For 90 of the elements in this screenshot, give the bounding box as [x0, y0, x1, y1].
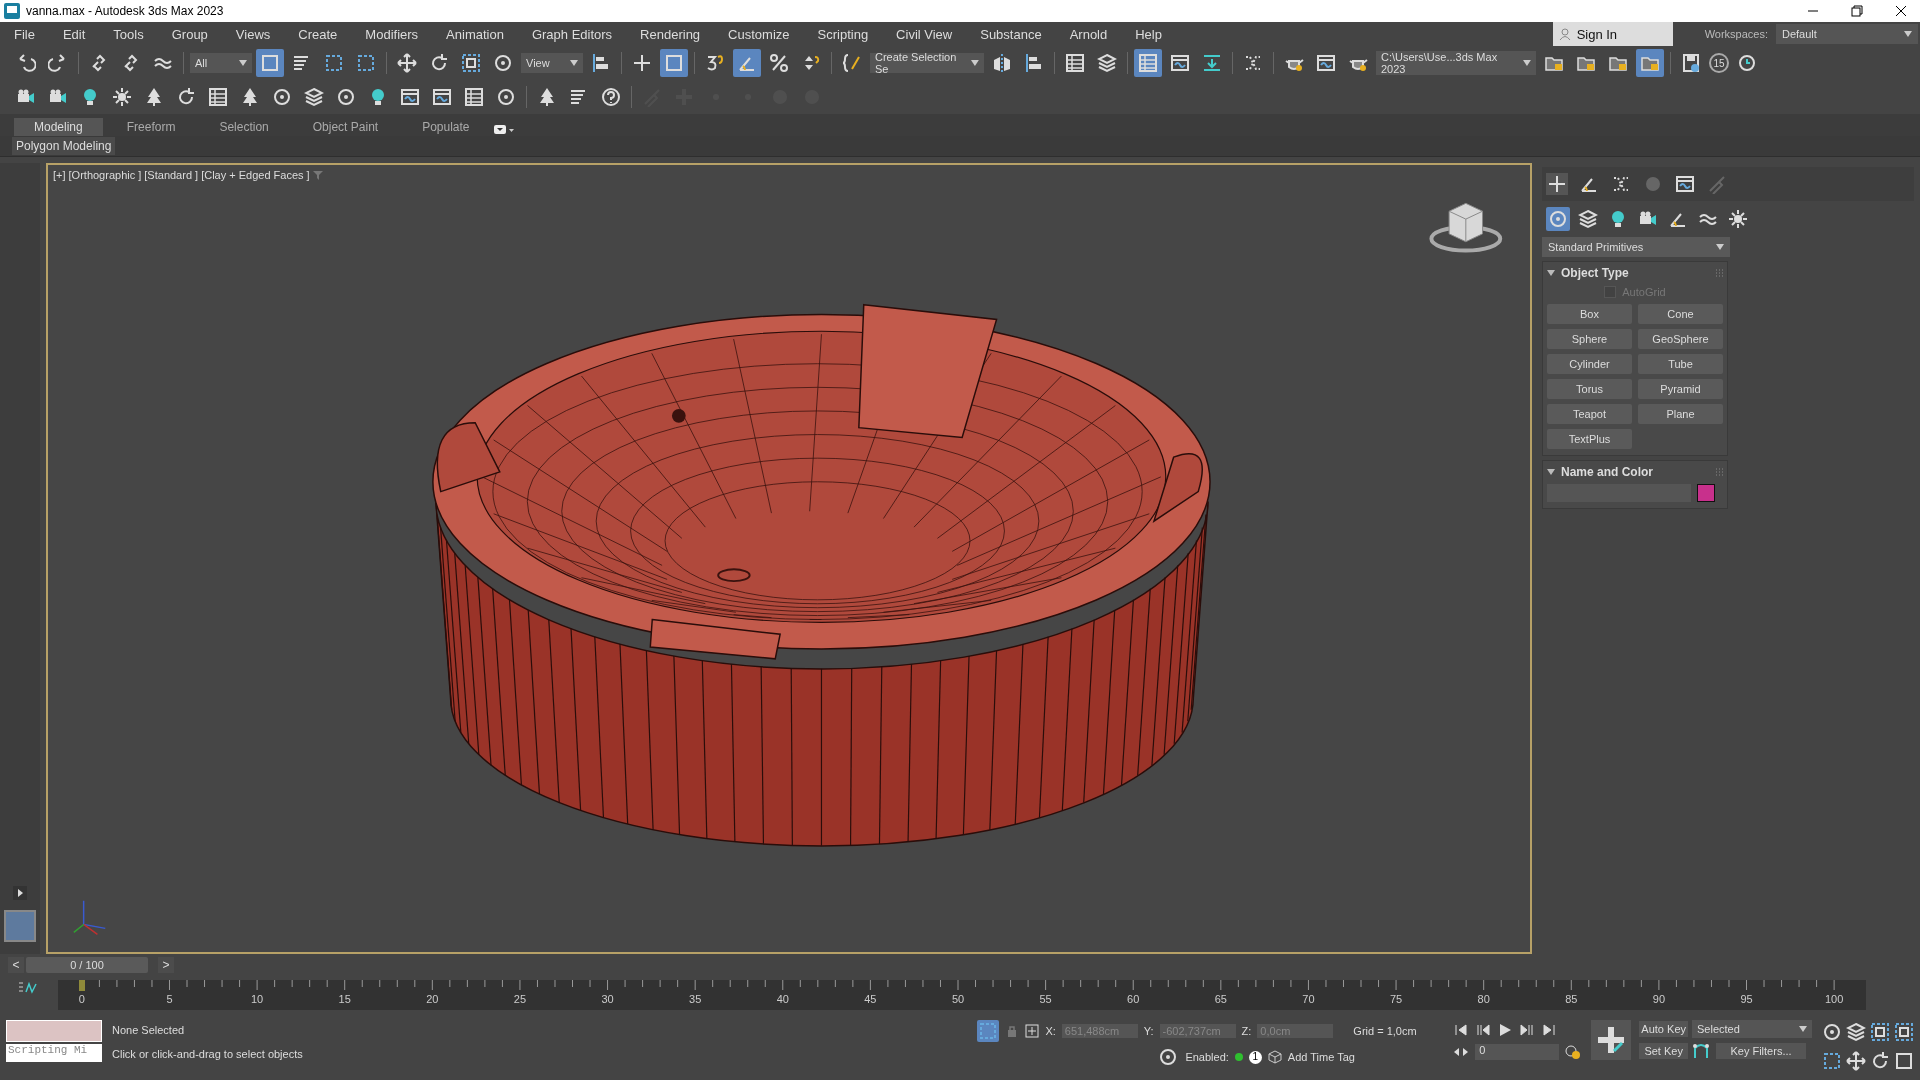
- menu-item[interactable]: Civil View: [882, 26, 967, 42]
- frame-number: 60: [1127, 993, 1140, 1005]
- viewport-label[interactable]: [+]: [53, 169, 66, 181]
- primitive-button[interactable]: Torus: [1547, 379, 1632, 399]
- coordinate-label: Y:: [1143, 1025, 1154, 1037]
- frame-number: 85: [1565, 993, 1578, 1005]
- prompt-text: Click or click-and-drag to select objects: [112, 1048, 304, 1060]
- ribbon-tab[interactable]: Freeform: [106, 118, 196, 136]
- frame-number: 30: [601, 993, 614, 1005]
- menu-item[interactable]: Views: [221, 26, 285, 42]
- listener-input-field[interactable]: Scripting Mi: [6, 1044, 102, 1062]
- primitive-button[interactable]: TextPlus: [1547, 429, 1632, 449]
- project-path-dropdown[interactable]: C:\Users\Use...3ds Max 2023: [1376, 51, 1536, 75]
- frame-number: 70: [1302, 993, 1315, 1005]
- sign-in-button[interactable]: Sign In: [1552, 22, 1673, 46]
- menu-item[interactable]: Create: [284, 26, 352, 42]
- rollout-title[interactable]: Name and Color: [1561, 465, 1709, 479]
- backup-count-badge[interactable]: 15: [1709, 53, 1729, 73]
- menu-item[interactable]: Animation: [432, 26, 518, 42]
- previous-frame-button[interactable]: <: [8, 957, 24, 973]
- primitive-button[interactable]: Cone: [1638, 304, 1723, 324]
- viewport-label[interactable]: [Standard ]: [144, 169, 199, 181]
- ribbon-tab[interactable]: Object Paint: [292, 118, 399, 136]
- primitive-button[interactable]: Tube: [1638, 354, 1723, 374]
- menu-item[interactable]: Customize: [714, 26, 804, 42]
- frame-number: 80: [1477, 993, 1490, 1005]
- selection-filter-dropdown[interactable]: All: [190, 53, 252, 73]
- primitive-button[interactable]: Box: [1547, 304, 1632, 324]
- rollout-title[interactable]: Object Type: [1561, 266, 1709, 280]
- add-time-tag-link[interactable]: Add Time Tag: [1287, 1051, 1355, 1063]
- frame-number: 75: [1389, 993, 1403, 1005]
- next-frame-button[interactable]: >: [158, 957, 174, 973]
- menu-item[interactable]: Substance: [966, 26, 1056, 42]
- frame-number: 90: [1652, 993, 1665, 1005]
- frame-number: 0: [78, 993, 85, 1005]
- frame-number: 25: [513, 993, 527, 1005]
- coordinate-label: Z:: [1241, 1025, 1252, 1037]
- primitive-button[interactable]: Teapot: [1547, 404, 1632, 424]
- menu-item[interactable]: Arnold: [1055, 26, 1122, 42]
- menu-item[interactable]: Rendering: [626, 26, 715, 42]
- frame-number: 20: [426, 993, 439, 1005]
- menu-item[interactable]: Modifiers: [351, 26, 433, 42]
- frame-number: 35: [689, 993, 702, 1005]
- frame-number: 15: [338, 993, 351, 1005]
- workspaces-label: Workspaces:: [1704, 28, 1768, 40]
- named-selection-dropdown[interactable]: Create Selection Se: [870, 53, 984, 73]
- coordinate-system-dropdown[interactable]: View: [521, 53, 583, 73]
- menu-item[interactable]: Edit: [48, 26, 100, 42]
- viewport-label[interactable]: [Clay + Edged Faces ]: [201, 169, 310, 181]
- frame-number: 65: [1214, 993, 1227, 1005]
- frame-number: 5: [166, 993, 173, 1005]
- coordinate-label: X:: [1045, 1025, 1056, 1037]
- primitive-button[interactable]: GeoSphere: [1638, 329, 1723, 349]
- frame-number: 40: [776, 993, 789, 1005]
- menu-item[interactable]: Scripting: [803, 26, 883, 42]
- set-key-text-button[interactable]: Set Key: [1639, 1043, 1688, 1059]
- key-mode-dropdown[interactable]: Selected: [1692, 1020, 1812, 1038]
- menu-item[interactable]: Help: [1121, 26, 1176, 42]
- menu-item[interactable]: File: [0, 26, 49, 42]
- selection-status: None Selected: [112, 1024, 186, 1036]
- enabled-label: Enabled:: [1185, 1051, 1229, 1063]
- frame-number: 50: [951, 993, 965, 1005]
- ribbon-tab[interactable]: Populate: [402, 118, 490, 136]
- primitive-button[interactable]: Plane: [1638, 404, 1723, 424]
- key-filters-button[interactable]: Key Filters...: [1716, 1043, 1806, 1059]
- frame-number: 10: [250, 993, 264, 1005]
- frame-number: 55: [1039, 993, 1052, 1005]
- auto-key-button[interactable]: Auto Key: [1639, 1021, 1688, 1037]
- menu-item[interactable]: Tools: [99, 26, 158, 42]
- primitives-dropdown[interactable]: Standard Primitives: [1542, 237, 1730, 257]
- frame-number: 45: [864, 993, 877, 1005]
- frame-number: 95: [1740, 993, 1753, 1005]
- menu-item[interactable]: Graph Editors: [517, 26, 627, 42]
- viewport-label[interactable]: [Orthographic ]: [68, 169, 142, 181]
- primitive-button[interactable]: Pyramid: [1638, 379, 1723, 399]
- ribbon-tab[interactable]: Modeling: [14, 118, 103, 136]
- time-tag-count[interactable]: 1: [1248, 1050, 1262, 1064]
- frame-spinner-field[interactable]: 0: [1475, 1044, 1560, 1060]
- menu-item[interactable]: Group: [157, 26, 222, 42]
- ribbon-panel-tab[interactable]: Polygon Modeling: [12, 137, 116, 155]
- frame-number: 100: [1824, 993, 1844, 1005]
- workspace-dropdown[interactable]: Default: [1776, 24, 1918, 44]
- primitive-button[interactable]: Sphere: [1547, 329, 1632, 349]
- window-title: vanna.max - Autodesk 3ds Max 2023: [26, 4, 225, 18]
- viewport[interactable]: [+] [Orthographic ] [Standard ] [Clay + Edged Faces ]: [46, 163, 1532, 954]
- grid-size-text: Grid = 1,0cm: [1353, 1025, 1418, 1037]
- track-bar[interactable]: 0 5 10 15 20 25 30 35 40 45 50 55 60 65 70 75 80 85 90 95 100: [58, 980, 1866, 1010]
- primitive-button[interactable]: Cylinder: [1547, 354, 1632, 374]
- time-slider-thumb[interactable]: 0 / 100: [26, 957, 148, 973]
- ribbon-tab[interactable]: Selection: [199, 118, 289, 136]
